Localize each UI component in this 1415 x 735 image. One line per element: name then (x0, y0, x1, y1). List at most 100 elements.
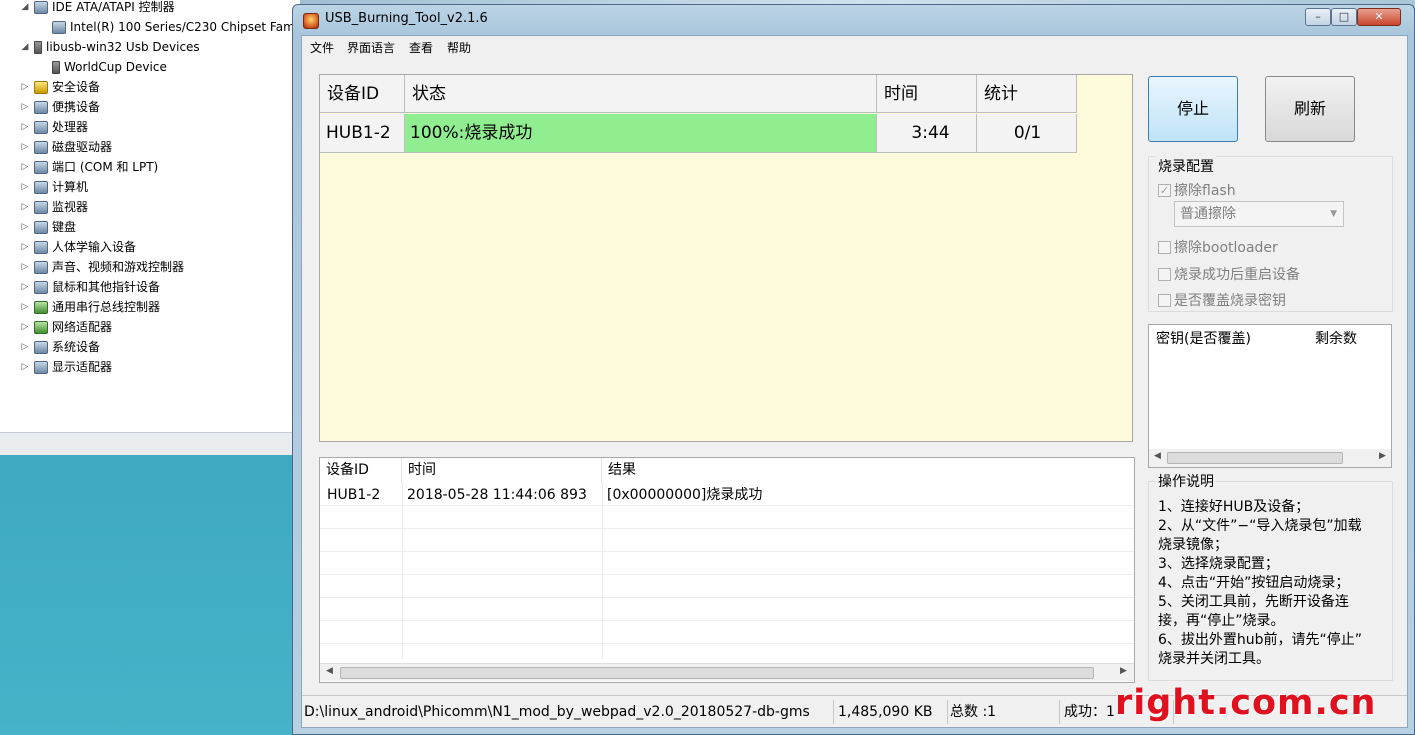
device-tree-item[interactable]: ◢ IDE ATA/ATAPI 控制器 (20, 0, 175, 17)
device-tree-item[interactable]: ▷ 处理器 (20, 117, 88, 137)
checkbox-checked-icon[interactable]: ✓ (1158, 183, 1171, 197)
scroll-thumb[interactable] (1167, 452, 1343, 464)
expand-icon[interactable]: ▷ (20, 317, 30, 337)
key-list[interactable]: 密钥(是否覆盖) 剩余数 ◀ ▶ (1148, 324, 1392, 468)
device-time-cell[interactable]: 3:44 (877, 114, 977, 153)
log-grid-line (320, 597, 1134, 598)
device-tree-item[interactable]: ▷ 监视器 (20, 197, 88, 217)
window-title: USB_Burning_Tool_v2.1.6 (325, 11, 488, 26)
device-id-cell[interactable]: HUB1-2 (320, 114, 405, 153)
log-header-time[interactable]: 时间 (402, 458, 602, 482)
checkbox-icon[interactable] (1158, 267, 1171, 281)
device-tree-item[interactable]: ◢ libusb-win32 Usb Devices (20, 37, 200, 57)
log-grid-line (402, 482, 403, 660)
expand-icon[interactable]: ▷ (20, 157, 30, 177)
device-tree-item[interactable]: ▷ 端口 (COM 和 LPT) (20, 157, 159, 177)
device-tree-label: 磁盘驱动器 (52, 140, 113, 154)
menu-help[interactable]: 帮助 (447, 39, 471, 56)
watermark-logo: right.com.cn (1115, 683, 1377, 723)
key-header-remaining[interactable]: 剩余数 (1315, 328, 1357, 348)
device-tree-item[interactable]: ▷ 通用串行总线控制器 (20, 297, 160, 317)
expand-icon[interactable]: ▷ (20, 77, 30, 97)
expand-icon[interactable]: ▷ (20, 237, 30, 257)
log-header-result[interactable]: 结果 (602, 458, 1134, 482)
device-tree-item[interactable]: ▷ 显示适配器 (20, 357, 112, 377)
device-tree-item[interactable]: ▷ 便携设备 (20, 97, 100, 117)
device-tree-item[interactable]: ▷ 系统设备 (20, 337, 100, 357)
checkbox-icon[interactable] (1158, 240, 1171, 254)
device-tree-item[interactable]: ▷ 磁盘驱动器 (20, 137, 112, 157)
menu-file[interactable]: 文件 (310, 39, 334, 56)
log-time: 2018-05-28 11:44:06 893 (407, 487, 587, 503)
disk-icon (34, 140, 48, 154)
refresh-button[interactable]: 刷新 (1265, 76, 1355, 142)
scroll-thumb[interactable] (340, 667, 1094, 679)
expand-icon[interactable]: ▷ (20, 117, 30, 137)
key-header-key[interactable]: 密钥(是否覆盖) (1156, 328, 1251, 348)
maximize-button[interactable]: □ (1331, 8, 1357, 26)
device-tree-item[interactable]: ▷ 声音、视频和游戏控制器 (20, 257, 184, 277)
expand-icon[interactable]: ▷ (20, 337, 30, 357)
scroll-left-icon[interactable]: ◀ (1154, 451, 1161, 461)
device-tree-item[interactable]: Intel(R) 100 Series/C230 Chipset Famil (52, 17, 301, 37)
instruction-line: 3、选择烧录配置； (1158, 556, 1279, 572)
expand-icon[interactable]: ▷ (20, 277, 30, 297)
expand-icon[interactable]: ▷ (20, 197, 30, 217)
log-horizontal-scrollbar[interactable]: ◀ ▶ (320, 663, 1134, 681)
overwrite-key-option[interactable]: 是否覆盖烧录密钥 (1158, 290, 1286, 310)
header-time[interactable]: 时间 (877, 75, 977, 113)
close-button[interactable]: ✕ (1357, 8, 1401, 26)
reboot-after-label: 烧录成功后重启设备 (1174, 267, 1300, 283)
device-tree-item[interactable]: ▷ 人体学输入设备 (20, 237, 136, 257)
menu-view[interactable]: 查看 (409, 39, 433, 56)
device-tree-item[interactable]: ▷ 网络适配器 (20, 317, 112, 337)
device-status-cell[interactable]: 100%:烧录成功 (405, 114, 877, 153)
collapse-icon[interactable]: ◢ (20, 37, 30, 57)
usb-icon (52, 60, 60, 74)
device-tree-item[interactable]: ▷ 计算机 (20, 177, 88, 197)
erase-flash-option[interactable]: ✓ 擦除flash (1158, 180, 1236, 200)
expand-icon[interactable]: ▷ (20, 217, 30, 237)
log-result: [0x00000000]烧录成功 (607, 487, 763, 503)
port-icon (34, 160, 48, 174)
device-tree-item[interactable]: WorldCup Device (52, 57, 167, 77)
scroll-right-icon[interactable]: ▶ (1379, 451, 1386, 461)
security-key-icon (34, 80, 48, 94)
expand-icon[interactable]: ▷ (20, 177, 30, 197)
keyboard-icon (34, 220, 48, 234)
usb-icon (34, 40, 42, 54)
log-grid-line (320, 643, 1134, 644)
header-stats[interactable]: 统计 (977, 75, 1077, 113)
status-path: D:\linux_android\Phicomm\N1_mod_by_webpa… (304, 700, 834, 724)
menu-language[interactable]: 界面语言 (347, 39, 395, 56)
expand-icon[interactable]: ▷ (20, 97, 30, 117)
minimize-button[interactable]: – (1305, 8, 1331, 26)
key-list-scrollbar[interactable]: ◀ ▶ (1149, 449, 1391, 467)
expand-icon[interactable]: ▷ (20, 257, 30, 277)
reboot-after-option[interactable]: 烧录成功后重启设备 (1158, 264, 1300, 284)
checkbox-icon[interactable] (1158, 293, 1171, 307)
scroll-left-icon[interactable]: ◀ (326, 666, 333, 676)
erase-bootloader-option[interactable]: 擦除bootloader (1158, 237, 1278, 257)
burn-config-title: 烧录配置 (1156, 156, 1216, 176)
header-status[interactable]: 状态 (405, 75, 877, 113)
device-tree-item[interactable]: ▷ 安全设备 (20, 77, 100, 97)
device-tree-label: 计算机 (52, 180, 89, 194)
header-device-id[interactable]: 设备ID (320, 75, 405, 113)
collapse-icon[interactable]: ◢ (20, 0, 30, 17)
instruction-line: 5、关闭工具前，先断开设备连 (1158, 594, 1349, 610)
device-manager-window: ◢ IDE ATA/ATAPI 控制器 Intel(R) 100 Series/C2… (0, 0, 301, 455)
expand-icon[interactable]: ▷ (20, 137, 30, 157)
device-stats-cell[interactable]: 0/1 (977, 114, 1077, 153)
scroll-right-icon[interactable]: ▶ (1120, 666, 1127, 676)
expand-icon[interactable]: ▷ (20, 357, 30, 377)
expand-icon[interactable]: ▷ (20, 297, 30, 317)
log-header-device-id[interactable]: 设备ID (320, 458, 402, 482)
device-tree-item[interactable]: ▷ 键盘 (20, 217, 76, 237)
device-tree-item[interactable]: ▷ 鼠标和其他指针设备 (20, 277, 160, 297)
erase-mode-select[interactable]: 普通擦除 ▼ (1174, 201, 1344, 227)
stop-button[interactable]: 停止 (1148, 76, 1238, 142)
instruction-line: 1、连接好HUB及设备； (1158, 499, 1310, 515)
chevron-down-icon: ▼ (1330, 209, 1337, 219)
title-bar[interactable]: USB_Burning_Tool_v2.1.6 – □ ✕ (293, 5, 1414, 35)
